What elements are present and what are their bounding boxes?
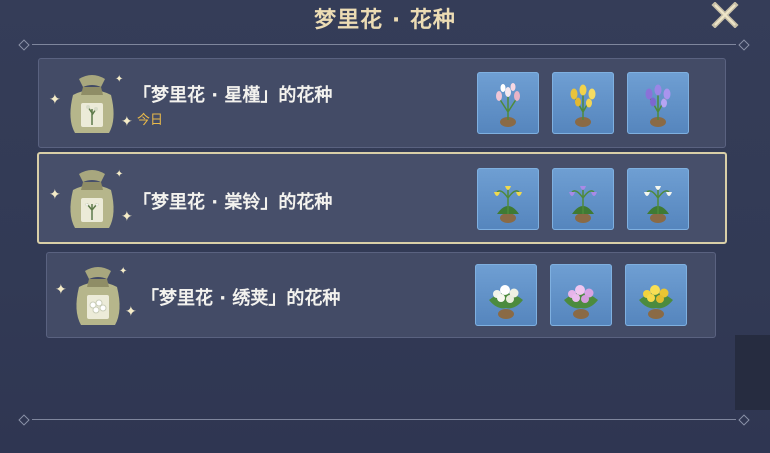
sparkle-icon: ✦ [121, 209, 133, 225]
sparkle-icon: ✦ [115, 169, 124, 180]
seed-row-xingjin[interactable]: ✦ ✦ ✦ 「梦里花 · 星槿」的花种 今日 [38, 58, 726, 148]
flower-tile[interactable] [550, 264, 612, 326]
sparkle-icon: ✦ [115, 74, 124, 85]
sparkle-icon: ✦ [49, 187, 61, 203]
sparkle-icon: ✦ [49, 92, 61, 108]
sparkle-icon: ✦ [119, 266, 128, 277]
top-divider [18, 39, 750, 51]
yellow-bell-flower-icon [494, 186, 522, 223]
seed-name: 「梦里花 · 绣荚」的花种 [141, 288, 341, 309]
sparkle-icon: ✦ [55, 282, 67, 298]
panel-title: 梦里花 · 花种 [314, 8, 456, 33]
yellow-cluster-flower-icon [639, 285, 673, 319]
scroll-area-edge [735, 335, 770, 410]
flower-tile[interactable] [552, 168, 614, 230]
flower-tile[interactable] [475, 264, 537, 326]
flower-tile[interactable] [552, 72, 614, 134]
close-button[interactable] [710, 1, 740, 29]
purple-bell-flower-icon [569, 186, 597, 223]
close-icon [711, 1, 739, 29]
purple-flower-icon [645, 84, 671, 127]
seed-row-xiujia[interactable]: ✦ ✦ ✦ 「梦里花 · 绣荚」的花种 [46, 252, 716, 338]
seed-name: 「梦里花 · 棠铃」的花种 [133, 192, 333, 213]
flower-tile[interactable] [477, 72, 539, 134]
pink-white-flower-icon [496, 83, 520, 127]
flower-tile[interactable] [625, 264, 687, 326]
seed-row-tangling[interactable]: ✦ ✦ ✦ 「梦里花 · 棠铃」的花种 [37, 152, 727, 244]
sparkle-icon: ✦ [125, 304, 137, 320]
yellow-flower-icon [570, 84, 596, 127]
white-cluster-flower-icon [489, 285, 523, 319]
flower-tile[interactable] [627, 72, 689, 134]
seed-panel: 梦里花 · 花种 ✦ ✦ ✦ 「梦里花 · 星槿」的花种 今日 ✦ ✦ ✦ 「梦… [0, 0, 770, 453]
pink-cluster-flower-icon [564, 285, 598, 319]
today-badge: 今日 [137, 113, 164, 128]
bottom-divider [18, 414, 750, 426]
white-bell-flower-icon [644, 186, 672, 223]
flower-tile[interactable] [477, 168, 539, 230]
seed-name: 「梦里花 · 星槿」的花种 [133, 85, 333, 106]
sparkle-icon: ✦ [121, 114, 133, 130]
flower-tile[interactable] [627, 168, 689, 230]
